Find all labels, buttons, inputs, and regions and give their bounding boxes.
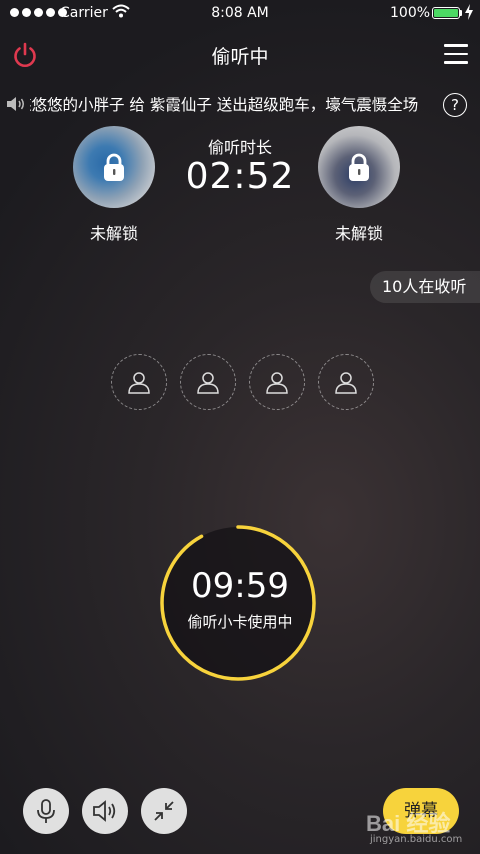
empty-seat[interactable] [180,354,236,410]
listener-count-badge[interactable]: 10人在收听 [370,271,480,303]
left-user-lock-label: 未解锁 [89,224,138,243]
baidu-watermark-url: jingyan.baidu.com [370,834,463,845]
minimize-button[interactable] [141,788,187,834]
page-title: 偷听中 [211,46,269,68]
right-user-lock-label: 未解锁 [334,224,383,243]
timer-status-label: 偷听小卡使用中 [187,613,293,631]
charging-icon [465,4,473,24]
microphone-icon [37,799,55,823]
marquee-text: 悠悠悠的小胖子 给 紫霞仙子 送出超级跑车，壕气震慑全场 [30,96,419,114]
lock-icon [346,152,372,182]
listener-seats [111,354,374,410]
help-icon[interactable]: ? [443,93,467,117]
speaker-button[interactable] [82,788,128,834]
user-icon [197,372,219,394]
microphone-button[interactable] [23,788,69,834]
empty-seat[interactable] [318,354,374,410]
empty-seat[interactable] [249,354,305,410]
status-bar: Carrier 8:08 AM 100% [0,0,480,28]
gift-announcement-marquee: 悠悠悠的小胖子 给 紫霞仙子 送出超级跑车，壕气震慑全场 [30,92,430,118]
minimize-icon [154,801,174,821]
speaker-icon [93,800,116,822]
empty-seat[interactable] [111,354,167,410]
user-icon [128,372,150,394]
battery-nub [460,10,462,16]
timer-countdown: 09:59 [191,566,289,606]
menu-icon[interactable] [444,44,468,64]
announcement-speaker-icon [6,96,26,116]
listen-duration-label: 偷听时长 [207,138,272,157]
battery-icon [432,7,460,19]
lock-icon [101,152,127,182]
battery-percent: 100% [390,5,431,21]
user-icon [266,372,288,394]
listen-duration-value: 02:52 [185,156,295,197]
user-icon [335,372,357,394]
